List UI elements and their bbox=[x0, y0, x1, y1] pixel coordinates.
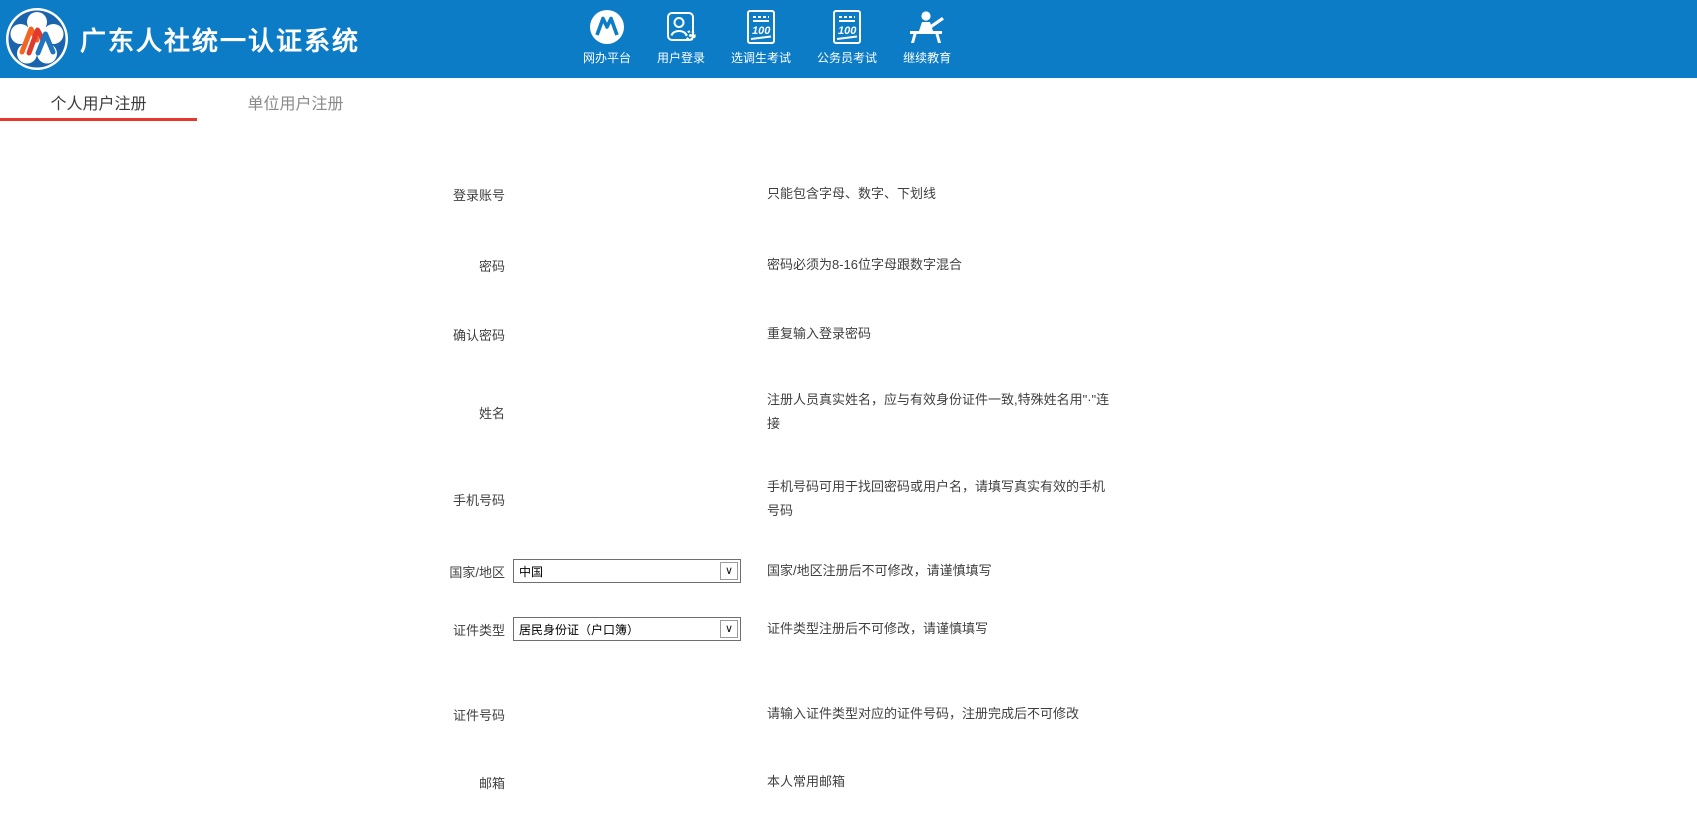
nav-label: 继续教育 bbox=[903, 49, 951, 66]
email-input[interactable] bbox=[513, 769, 741, 795]
nav-item-civil-servant-exam[interactable]: 100 公务员考试 bbox=[817, 0, 877, 78]
password-label: 密码 bbox=[0, 256, 505, 275]
mobile-hint: 手机号码可用于找回密码或用户名，请填写真实有效的手机号码 bbox=[755, 475, 1115, 523]
id-type-hint: 证件类型注册后不可修改，请谨慎填写 bbox=[755, 617, 1115, 641]
form-row-id-number: 证件号码 请输入证件类型对应的证件号码，注册完成后不可修改 bbox=[0, 701, 1130, 727]
nav-item-xuandiaosheng-exam[interactable]: 100 选调生考试 bbox=[731, 0, 791, 78]
nav-label: 选调生考试 bbox=[731, 49, 791, 66]
name-hint: 注册人员真实姓名，应与有效身份证件一致,特殊姓名用"·"连接 bbox=[755, 388, 1115, 436]
mobile-input[interactable] bbox=[513, 486, 741, 512]
id-number-label: 证件号码 bbox=[0, 705, 505, 724]
email-label: 邮箱 bbox=[0, 773, 505, 792]
form-row-password: 密码 密码必须为8-16位字母跟数字混合 bbox=[0, 252, 1130, 278]
gdhrss-flower-logo-icon bbox=[5, 7, 69, 71]
form-row-confirm-password: 确认密码 重复输入登录密码 bbox=[0, 321, 1130, 347]
id-number-hint: 请输入证件类型对应的证件号码，注册完成后不可修改 bbox=[755, 702, 1115, 726]
user-gear-icon bbox=[664, 8, 698, 46]
person-desk-icon bbox=[907, 8, 947, 46]
form-row-country: 国家/地区 中国 ∨ 国家/地区注册后不可修改，请谨慎填写 bbox=[0, 558, 1130, 584]
form-row-id-type: 证件类型 居民身份证（户口簿） ∨ 证件类型注册后不可修改，请谨慎填写 bbox=[0, 616, 1130, 642]
id-type-select[interactable]: 居民身份证（户口簿） ∨ bbox=[513, 617, 741, 641]
confirm-password-label: 确认密码 bbox=[0, 325, 505, 344]
id-type-label: 证件类型 bbox=[0, 620, 505, 639]
nav-label: 用户登录 bbox=[657, 49, 705, 66]
name-label: 姓名 bbox=[0, 403, 505, 422]
svg-text:100: 100 bbox=[838, 25, 857, 37]
portal-circle-icon bbox=[589, 8, 625, 46]
nav-item-continuing-education[interactable]: 继续教育 bbox=[903, 0, 951, 78]
nav-item-portal[interactable]: 网办平台 bbox=[583, 0, 631, 78]
name-input[interactable] bbox=[513, 399, 741, 425]
confirm-password-input[interactable] bbox=[513, 321, 741, 347]
country-label: 国家/地区 bbox=[0, 562, 505, 581]
mobile-label: 手机号码 bbox=[0, 490, 505, 509]
form-row-email: 邮箱 本人常用邮箱 bbox=[0, 769, 1130, 795]
form-row-name: 姓名 注册人员真实姓名，应与有效身份证件一致,特殊姓名用"·"连接 bbox=[0, 388, 1130, 436]
form-row-mobile: 手机号码 手机号码可用于找回密码或用户名，请填写真实有效的手机号码 bbox=[0, 475, 1130, 523]
register-tabbar: 个人用户注册 单位用户注册 bbox=[0, 78, 1697, 125]
id-number-input[interactable] bbox=[513, 701, 741, 727]
personal-register-form: 登录账号 只能包含字母、数字、下划线 密码 密码必须为8-16位字母跟数字混合 … bbox=[0, 125, 1697, 825]
chevron-down-icon: ∨ bbox=[720, 620, 738, 638]
app-header: 广东人社统一认证系统 网办平台 用户登录 bbox=[0, 0, 1697, 78]
country-select-value: 中国 bbox=[519, 563, 543, 580]
page-title: 广东人社统一认证系统 bbox=[80, 0, 360, 78]
nav-label: 公务员考试 bbox=[817, 49, 877, 66]
country-hint: 国家/地区注册后不可修改，请谨慎填写 bbox=[755, 559, 1115, 583]
exam-100-icon: 100 bbox=[831, 8, 863, 46]
login-account-label: 登录账号 bbox=[0, 185, 505, 204]
login-account-input[interactable] bbox=[513, 181, 741, 207]
active-tab-underline bbox=[0, 118, 197, 121]
nav-item-user-login[interactable]: 用户登录 bbox=[657, 0, 705, 78]
password-input[interactable] bbox=[513, 252, 741, 278]
country-select[interactable]: 中国 ∨ bbox=[513, 559, 741, 583]
header-nav: 网办平台 用户登录 100 bbox=[583, 0, 951, 78]
form-row-login-account: 登录账号 只能包含字母、数字、下划线 bbox=[0, 181, 1130, 207]
svg-text:100: 100 bbox=[752, 25, 771, 37]
password-hint: 密码必须为8-16位字母跟数字混合 bbox=[755, 253, 1115, 277]
tab-company-register[interactable]: 单位用户注册 bbox=[197, 78, 394, 125]
nav-label: 网办平台 bbox=[583, 49, 631, 66]
confirm-password-hint: 重复输入登录密码 bbox=[755, 322, 1115, 346]
email-hint: 本人常用邮箱 bbox=[755, 770, 1115, 794]
login-account-hint: 只能包含字母、数字、下划线 bbox=[755, 182, 1115, 206]
chevron-down-icon: ∨ bbox=[720, 562, 738, 580]
id-type-select-value: 居民身份证（户口簿） bbox=[519, 621, 639, 638]
exam-100-icon: 100 bbox=[745, 8, 777, 46]
